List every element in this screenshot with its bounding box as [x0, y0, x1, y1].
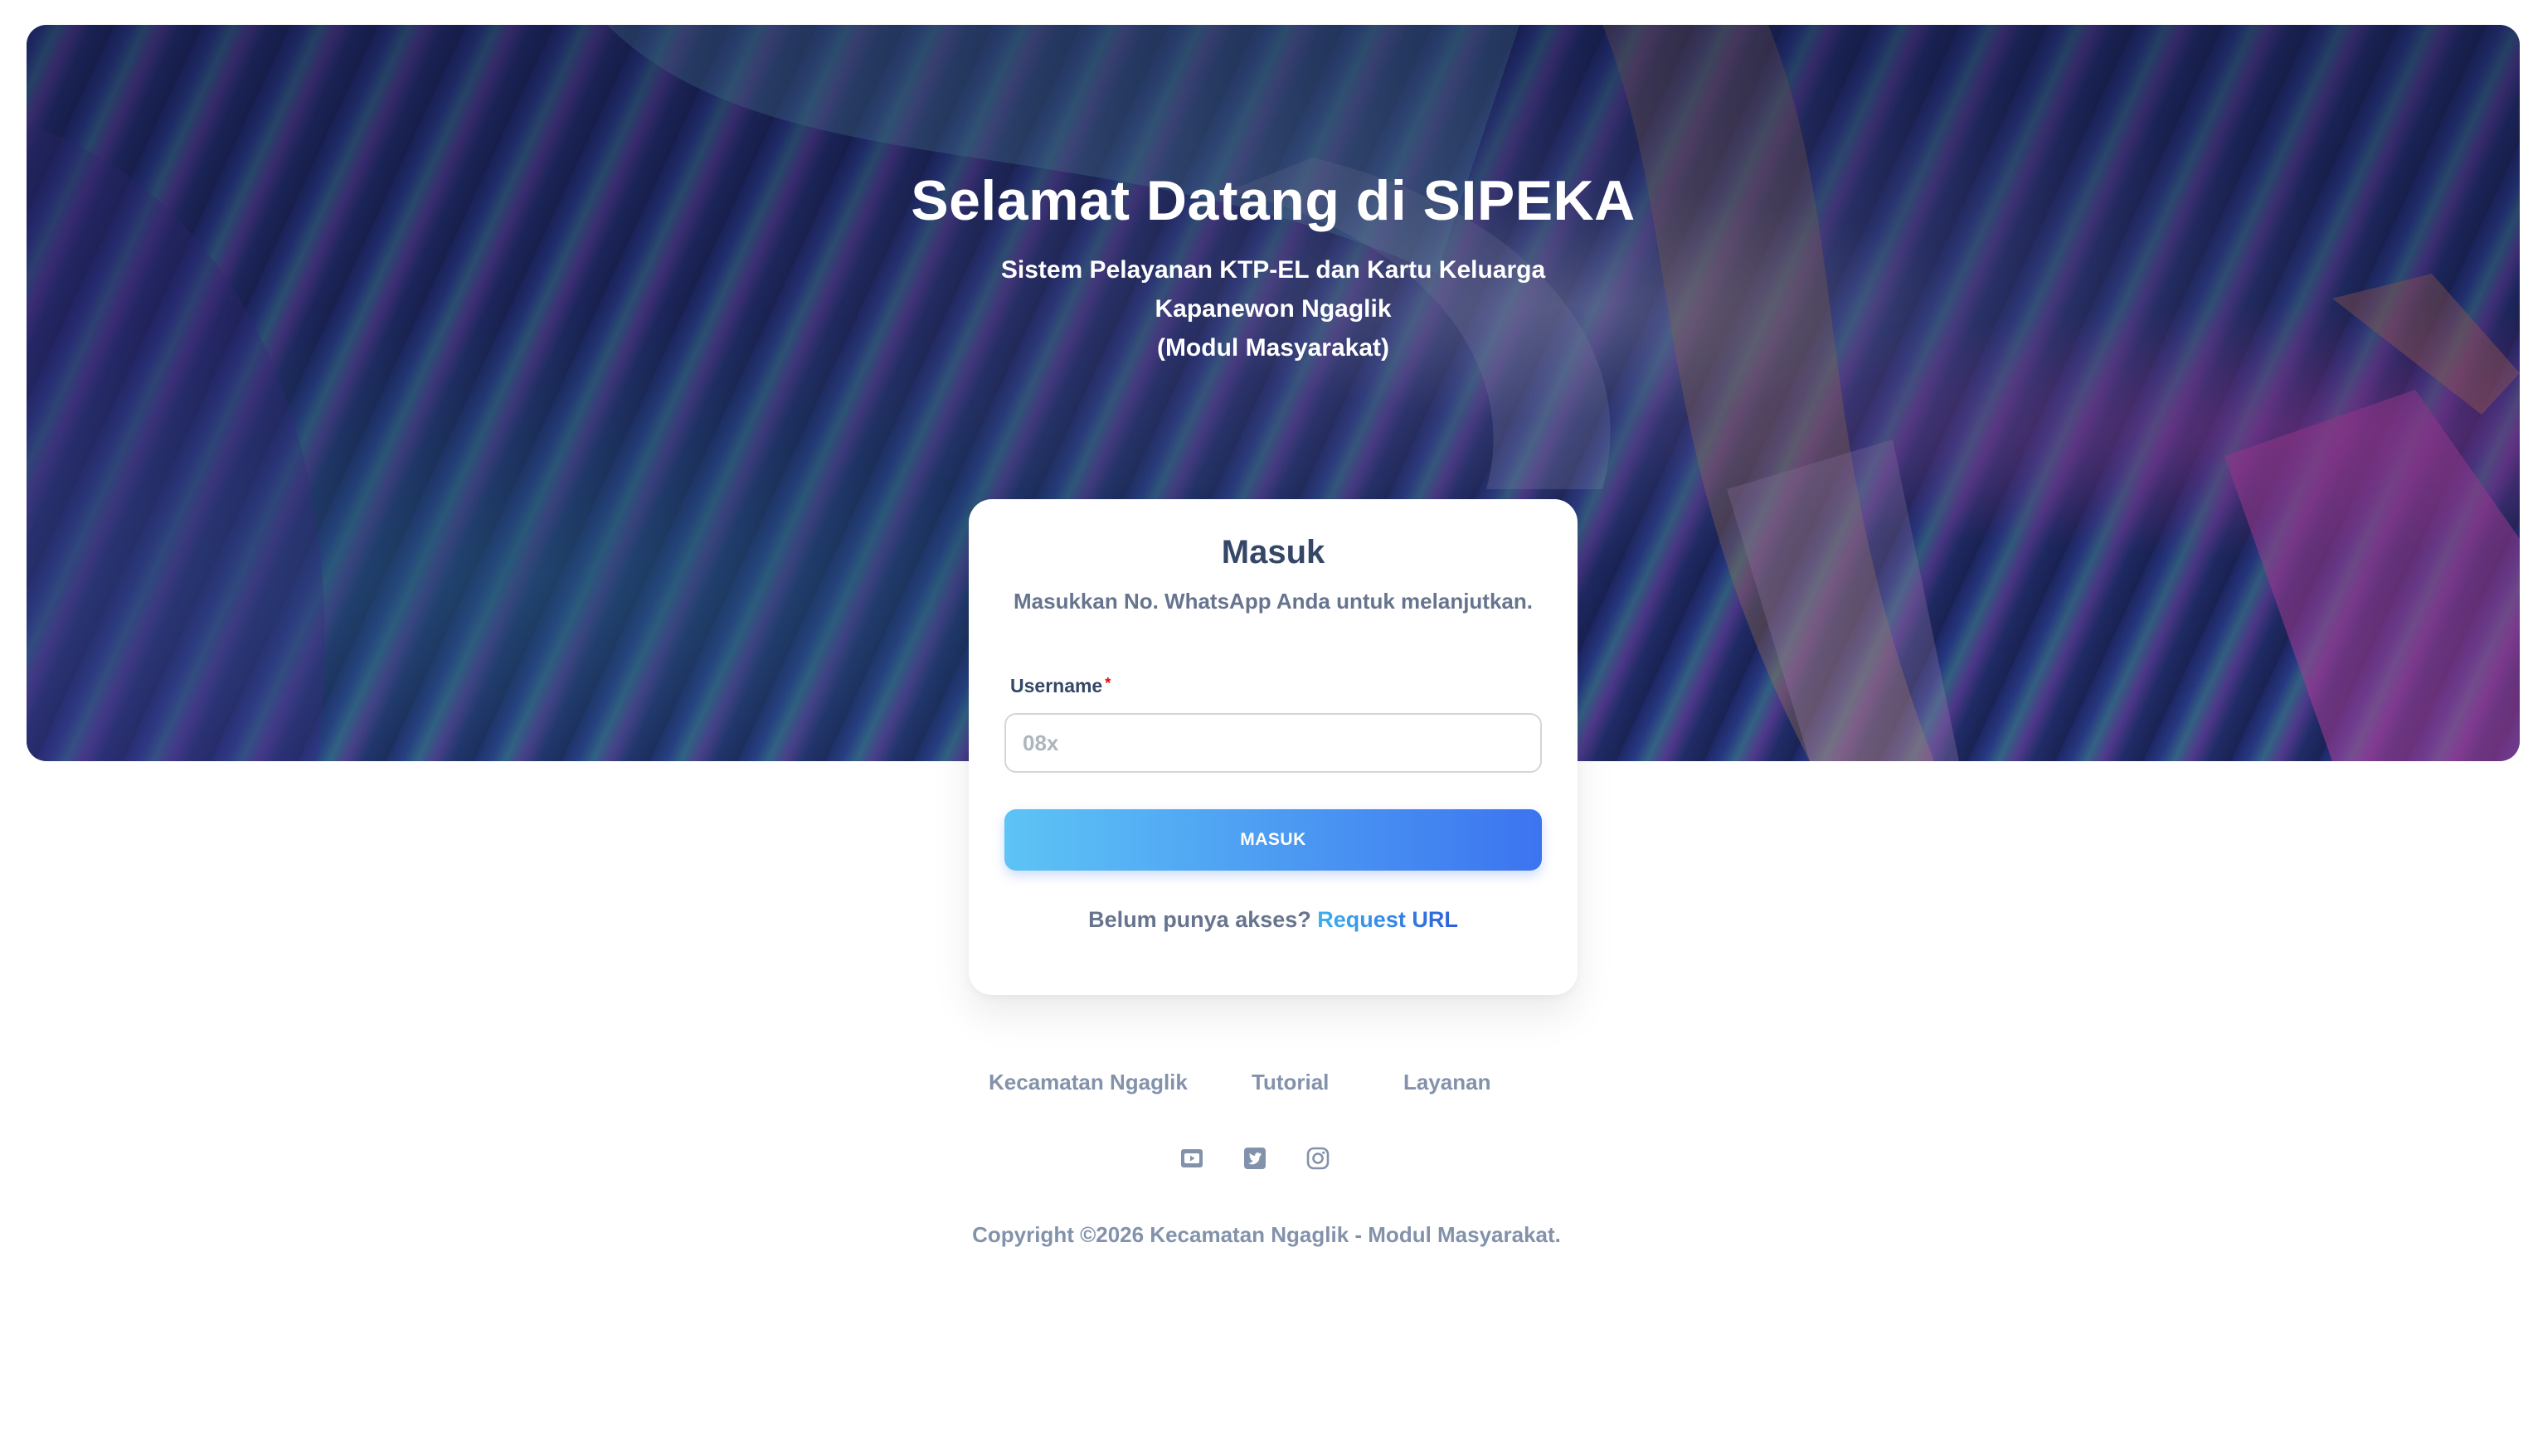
hero-text-block: Selamat Datang di SIPEKA Sistem Pelayana… [27, 167, 2520, 367]
access-request-line: Belum punya akses? Request URL [969, 907, 1578, 933]
request-url-link[interactable]: Request URL [1317, 907, 1458, 932]
footer-nav: Kecamatan Ngaglik Tutorial Layanan [0, 1070, 2533, 1099]
required-mark: * [1105, 675, 1111, 692]
hero-subtitle-line-1: Sistem Pelayanan KTP-EL dan Kartu Keluar… [1000, 255, 1546, 284]
social-icons [0, 1146, 2533, 1172]
hero-subtitle-line-3: (Modul Masyarakat) [1156, 333, 1390, 362]
footer-link-kecamatan-ngaglik[interactable]: Kecamatan Ngaglik [989, 1070, 1188, 1095]
youtube-icon[interactable] [1179, 1146, 1204, 1171]
masuk-button[interactable]: MASUK [1004, 809, 1542, 871]
hero-title: Selamat Datang di SIPEKA [911, 169, 1636, 232]
login-title: Masuk [1221, 534, 1325, 570]
username-input[interactable] [1004, 713, 1542, 773]
username-label: Username * [1010, 675, 1111, 697]
twitter-icon[interactable] [1242, 1146, 1267, 1171]
footer-link-tutorial[interactable]: Tutorial [1252, 1070, 1329, 1095]
hero-subtitle-line-2: Kapanewon Ngaglik [1155, 294, 1392, 323]
footer-link-layanan[interactable]: Layanan [1403, 1070, 1491, 1095]
username-label-text: Username [1010, 675, 1103, 696]
instagram-icon[interactable] [1305, 1146, 1330, 1171]
access-text: Belum punya akses? [1088, 907, 1311, 932]
login-description: Masukkan No. WhatsApp Anda untuk melanju… [1014, 589, 1533, 614]
copyright-text: Copyright ©2026 Kecamatan Ngaglik - Modu… [972, 1222, 1561, 1247]
login-card: Masuk Masukkan No. WhatsApp Anda untuk m… [969, 499, 1578, 995]
